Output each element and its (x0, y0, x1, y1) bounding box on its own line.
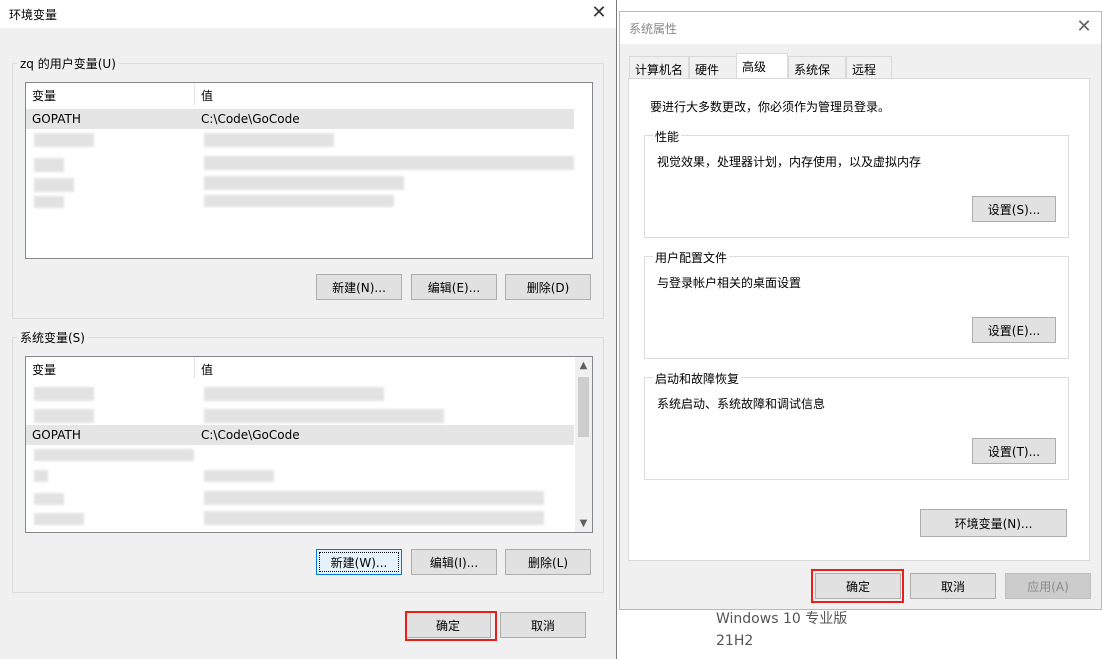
redacted-row (34, 387, 94, 401)
startup-desc: 系统启动、系统故障和调试信息 (657, 397, 826, 411)
redacted-row (34, 196, 64, 208)
highlight-box (811, 569, 904, 603)
user-edit-button[interactable]: 编辑(E)... (411, 274, 497, 300)
redacted-row (204, 176, 404, 190)
tab-remote[interactable]: 远程 (846, 56, 892, 78)
advanced-tab-panel: 要进行大多数更改，你必须作为管理员登录。 性能 视觉效果，处理器计划，内存使用，… (628, 78, 1090, 561)
user-new-button[interactable]: 新建(N)... (316, 274, 402, 300)
redacted-row (204, 470, 274, 482)
sys-edit-button[interactable]: 编辑(I)... (411, 549, 497, 575)
tab-advanced[interactable]: 高级 (736, 53, 788, 79)
redacted-row (204, 133, 334, 147)
sys-dialog-title: 系统属性 (629, 22, 678, 36)
vertical-scrollbar[interactable]: ▲ ▼ (575, 357, 592, 532)
performance-group: 性能 视觉效果，处理器计划，内存使用，以及虚拟内存 设置(S)... (644, 128, 1069, 238)
tab-system-protection[interactable]: 系统保护 (788, 56, 846, 94)
startup-settings-button[interactable]: 设置(T)... (972, 438, 1056, 464)
sys-cancel-button[interactable]: 取消 (910, 573, 996, 599)
system-properties-dialog: 系统属性 ✕ 计算机名 硬件 高级 系统保护 远程 要进行大多数更改，你必须作为… (619, 11, 1102, 610)
var-value: C:\Code\GoCode (201, 428, 300, 442)
sys-vars-label: 系统变量(S) (20, 331, 85, 345)
table-row[interactable]: GOPATH C:\Code\GoCode (26, 425, 574, 445)
redacted-row (34, 470, 48, 482)
admin-note: 要进行大多数更改，你必须作为管理员登录。 (650, 100, 891, 114)
redacted-row (204, 409, 444, 423)
profiles-desc: 与登录帐户相关的桌面设置 (657, 276, 802, 290)
redacted-row (204, 156, 574, 170)
col-header-value[interactable]: 值 (201, 361, 213, 378)
scrollbar-thumb[interactable] (578, 377, 589, 437)
env-vars-dialog: 环境变量 ✕ zq 的用户变量(U) 变量 值 GOPATH C:\Code\G… (0, 0, 617, 659)
sys-apply-button[interactable]: 应用(A) (1005, 573, 1091, 599)
profiles-title: 用户配置文件 (653, 249, 730, 266)
redacted-row (34, 449, 194, 461)
redacted-row (204, 387, 384, 401)
col-header-value[interactable]: 值 (201, 87, 213, 104)
var-value: C:\Code\GoCode (201, 112, 300, 126)
var-name: GOPATH (32, 112, 81, 126)
performance-title: 性能 (653, 128, 682, 145)
chevron-down-icon[interactable]: ▼ (575, 515, 592, 532)
list-header: 变量 值 (26, 357, 592, 379)
sys-vars-list[interactable]: 变量 值 GOPATH C:\Code\GoCode ▲ ▼ (25, 356, 593, 533)
sys-new-button[interactable]: 新建(W)... (316, 549, 402, 575)
redacted-row (204, 511, 544, 525)
col-header-variable[interactable]: 变量 (32, 87, 56, 104)
env-titlebar: 环境变量 ✕ (0, 0, 616, 28)
highlight-box (405, 611, 497, 641)
user-vars-list[interactable]: 变量 值 GOPATH C:\Code\GoCode (25, 82, 593, 259)
list-header: 变量 值 (26, 83, 592, 105)
redacted-row (204, 195, 394, 207)
redacted-row (204, 491, 544, 505)
col-header-variable[interactable]: 变量 (32, 361, 56, 378)
table-row[interactable]: GOPATH C:\Code\GoCode (26, 109, 574, 129)
sys-titlebar: 系统属性 ✕ (620, 12, 1101, 44)
redacted-row (34, 493, 64, 505)
env-vars-button[interactable]: 环境变量(N)... (920, 509, 1067, 537)
close-icon[interactable]: ✕ (588, 2, 610, 24)
redacted-row (34, 178, 74, 192)
user-vars-label: zq 的用户变量(U) (20, 57, 116, 71)
env-dialog-title: 环境变量 (9, 8, 58, 22)
env-cancel-button[interactable]: 取消 (500, 612, 586, 638)
startup-title: 启动和故障恢复 (653, 370, 742, 387)
redacted-row (34, 409, 94, 423)
profiles-settings-button[interactable]: 设置(E)... (972, 317, 1056, 343)
sys-delete-button[interactable]: 删除(L) (505, 549, 591, 575)
close-icon[interactable]: ✕ (1073, 16, 1095, 38)
os-version-text: 21H2 (716, 633, 754, 649)
performance-desc: 视觉效果，处理器计划，内存使用，以及虚拟内存 (657, 155, 922, 169)
tab-computer-name[interactable]: 计算机名 (629, 56, 689, 78)
redacted-row (34, 133, 94, 147)
user-profiles-group: 用户配置文件 与登录帐户相关的桌面设置 设置(E)... (644, 249, 1069, 359)
performance-settings-button[interactable]: 设置(S)... (972, 196, 1056, 222)
os-name-text: Windows 10 专业版 (716, 611, 848, 627)
user-delete-button[interactable]: 删除(D) (505, 274, 591, 300)
startup-recovery-group: 启动和故障恢复 系统启动、系统故障和调试信息 设置(T)... (644, 370, 1069, 480)
tab-hardware[interactable]: 硬件 (689, 56, 737, 78)
redacted-row (34, 158, 64, 172)
chevron-up-icon[interactable]: ▲ (575, 357, 592, 374)
redacted-row (34, 513, 84, 525)
var-name: GOPATH (32, 428, 81, 442)
